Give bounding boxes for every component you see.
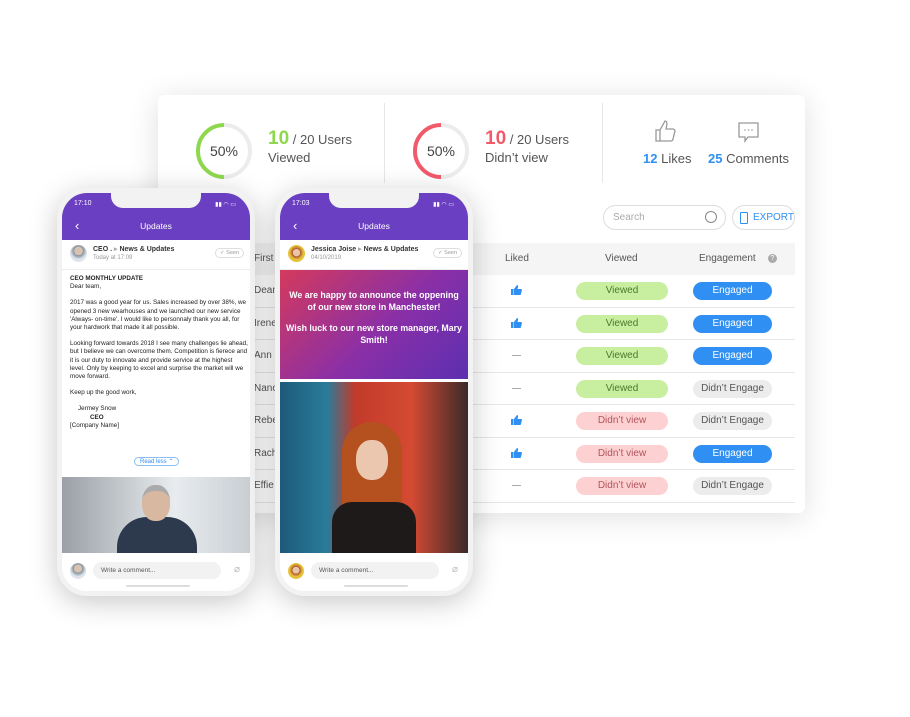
viewed-progress-ring: 50% — [194, 121, 254, 181]
seen-badge: ✓ Seen — [215, 248, 244, 258]
search-input[interactable]: Search — [603, 205, 726, 230]
store-manager-photo — [280, 382, 468, 572]
post-body: CEO MONTHLY UPDATE Dear team, 2017 was a… — [70, 275, 248, 429]
post-author: CEO . — [93, 246, 113, 253]
not-viewed-total: / 20 Users — [509, 132, 570, 147]
home-indicator — [126, 585, 190, 587]
comment-bar: Write a comment... ⌀ — [280, 553, 468, 591]
not-liked-dash — [512, 387, 521, 389]
not-viewed-stat: 50% 10 / 20 Users Didn’t view — [385, 95, 603, 185]
avatar — [288, 563, 304, 579]
viewed-status-badge: Viewed — [576, 379, 668, 398]
viewed-status-badge: Viewed — [576, 282, 668, 300]
help-icon[interactable]: ? — [768, 254, 777, 263]
avatar[interactable] — [288, 245, 305, 262]
first-name: Effie — [254, 480, 274, 491]
attachment-icon[interactable]: ⌀ — [234, 564, 240, 575]
search-icon — [705, 211, 717, 223]
likes-stat: 12 Likes — [638, 95, 698, 185]
divider — [602, 103, 603, 183]
home-indicator — [344, 585, 408, 587]
likes-label: Likes — [661, 151, 692, 166]
first-name: Ann — [254, 350, 272, 361]
comments-stat: 25 Comments — [708, 95, 798, 185]
thumbs-up-icon — [654, 119, 676, 149]
post-channel: News & Updates — [363, 246, 419, 253]
export-icon — [740, 212, 748, 224]
post-header: CEO . ▸ News & Updates Today at 17:09 ✓ … — [62, 240, 250, 270]
post-date: Today at 17:09 — [93, 255, 133, 261]
not-liked-dash — [512, 485, 521, 486]
app-header: 17:10 ▮▮ ◠ ▭ ‹ Updates — [62, 193, 250, 240]
viewed-status-badge: Didn’t view — [576, 412, 668, 430]
viewed-total: / 20 Users — [292, 132, 353, 147]
viewed-stat: 50% 10 / 20 Users Viewed — [158, 95, 384, 185]
seen-badge: ✓ Seen — [433, 248, 462, 258]
phone-store-announcement: 17:03 ▮▮ ◠ ▭ ‹ Updates Jessica Joise ▸ N… — [275, 188, 473, 596]
header-first[interactable]: First — [254, 253, 273, 264]
engagement-status-badge: Engaged — [693, 282, 772, 300]
not-liked-dash — [512, 355, 521, 356]
viewed-status-badge: Viewed — [576, 347, 668, 365]
screen-title: Updates — [358, 221, 390, 231]
thumbs-up-icon — [511, 415, 522, 425]
attachment-icon[interactable]: ⌀ — [452, 564, 458, 575]
first-name: Irene — [254, 317, 277, 329]
engagement-status-badge: Didn’t Engage — [693, 477, 772, 495]
engagement-status-badge: Engaged — [693, 314, 772, 333]
comment-input[interactable]: Write a comment... — [311, 562, 439, 579]
export-button[interactable]: EXPORT — [732, 205, 795, 230]
post-channel: News & Updates — [119, 246, 175, 253]
engagement-status-badge: Didn’t Engage — [693, 412, 772, 430]
thumbs-up-icon — [511, 317, 522, 328]
post-header: Jessica Joise ▸ News & Updates 04/10/201… — [280, 240, 468, 270]
announcement-banner: We are happy to announce the oppening of… — [280, 270, 468, 379]
viewed-label: Viewed — [268, 150, 311, 165]
engagement-status-badge: Engaged — [693, 444, 772, 463]
status-time: 17:10 — [74, 200, 92, 207]
engagement-status-badge: Didn’t Engage — [693, 379, 772, 398]
thumbs-up-icon — [511, 285, 522, 295]
status-time: 17:03 — [292, 200, 310, 207]
not-viewed-progress-ring: 50% — [411, 121, 471, 181]
avatar — [70, 563, 86, 579]
comments-label: Comments — [726, 151, 789, 166]
comment-icon — [738, 122, 760, 149]
viewed-count: 10 — [268, 128, 290, 149]
post-date: 04/10/2019 — [311, 255, 342, 261]
engagement-status-badge: Engaged — [693, 347, 772, 365]
ceo-photo — [62, 477, 250, 567]
first-name: Nanc — [254, 382, 278, 394]
phone-ceo-update: 17:10 ▮▮ ◠ ▭ ‹ Updates CEO . ▸ News & Up… — [57, 188, 255, 596]
header-engagement[interactable]: Engagement — [699, 253, 756, 264]
not-viewed-label: Didn’t view — [485, 150, 548, 165]
viewed-status-badge: Viewed — [576, 314, 668, 333]
thumbs-up-icon — [511, 447, 522, 458]
header-liked[interactable]: Liked — [505, 253, 529, 264]
post-author: Jessica Joise — [311, 246, 357, 253]
comment-bar: Write a comment... ⌀ — [62, 553, 250, 591]
avatar[interactable] — [70, 245, 87, 262]
app-header: 17:03 ▮▮ ◠ ▭ ‹ Updates — [280, 193, 468, 240]
status-icons: ▮▮ ◠ ▭ — [215, 202, 236, 208]
read-less-button[interactable]: Read less ⌃ — [134, 457, 180, 466]
comment-input[interactable]: Write a comment... — [93, 562, 221, 579]
comments-count: 25 — [708, 151, 723, 166]
header-viewed[interactable]: Viewed — [605, 253, 638, 264]
screen-title: Updates — [140, 221, 172, 231]
likes-count: 12 — [643, 151, 658, 166]
status-icons: ▮▮ ◠ ▭ — [433, 202, 454, 208]
viewed-status-badge: Didn’t view — [576, 444, 668, 463]
not-viewed-count: 10 — [485, 128, 507, 149]
viewed-status-badge: Didn’t view — [576, 477, 668, 495]
engagement-dashboard: 50% 10 / 20 Users Viewed 50% 10 / 20 Use… — [158, 95, 805, 513]
